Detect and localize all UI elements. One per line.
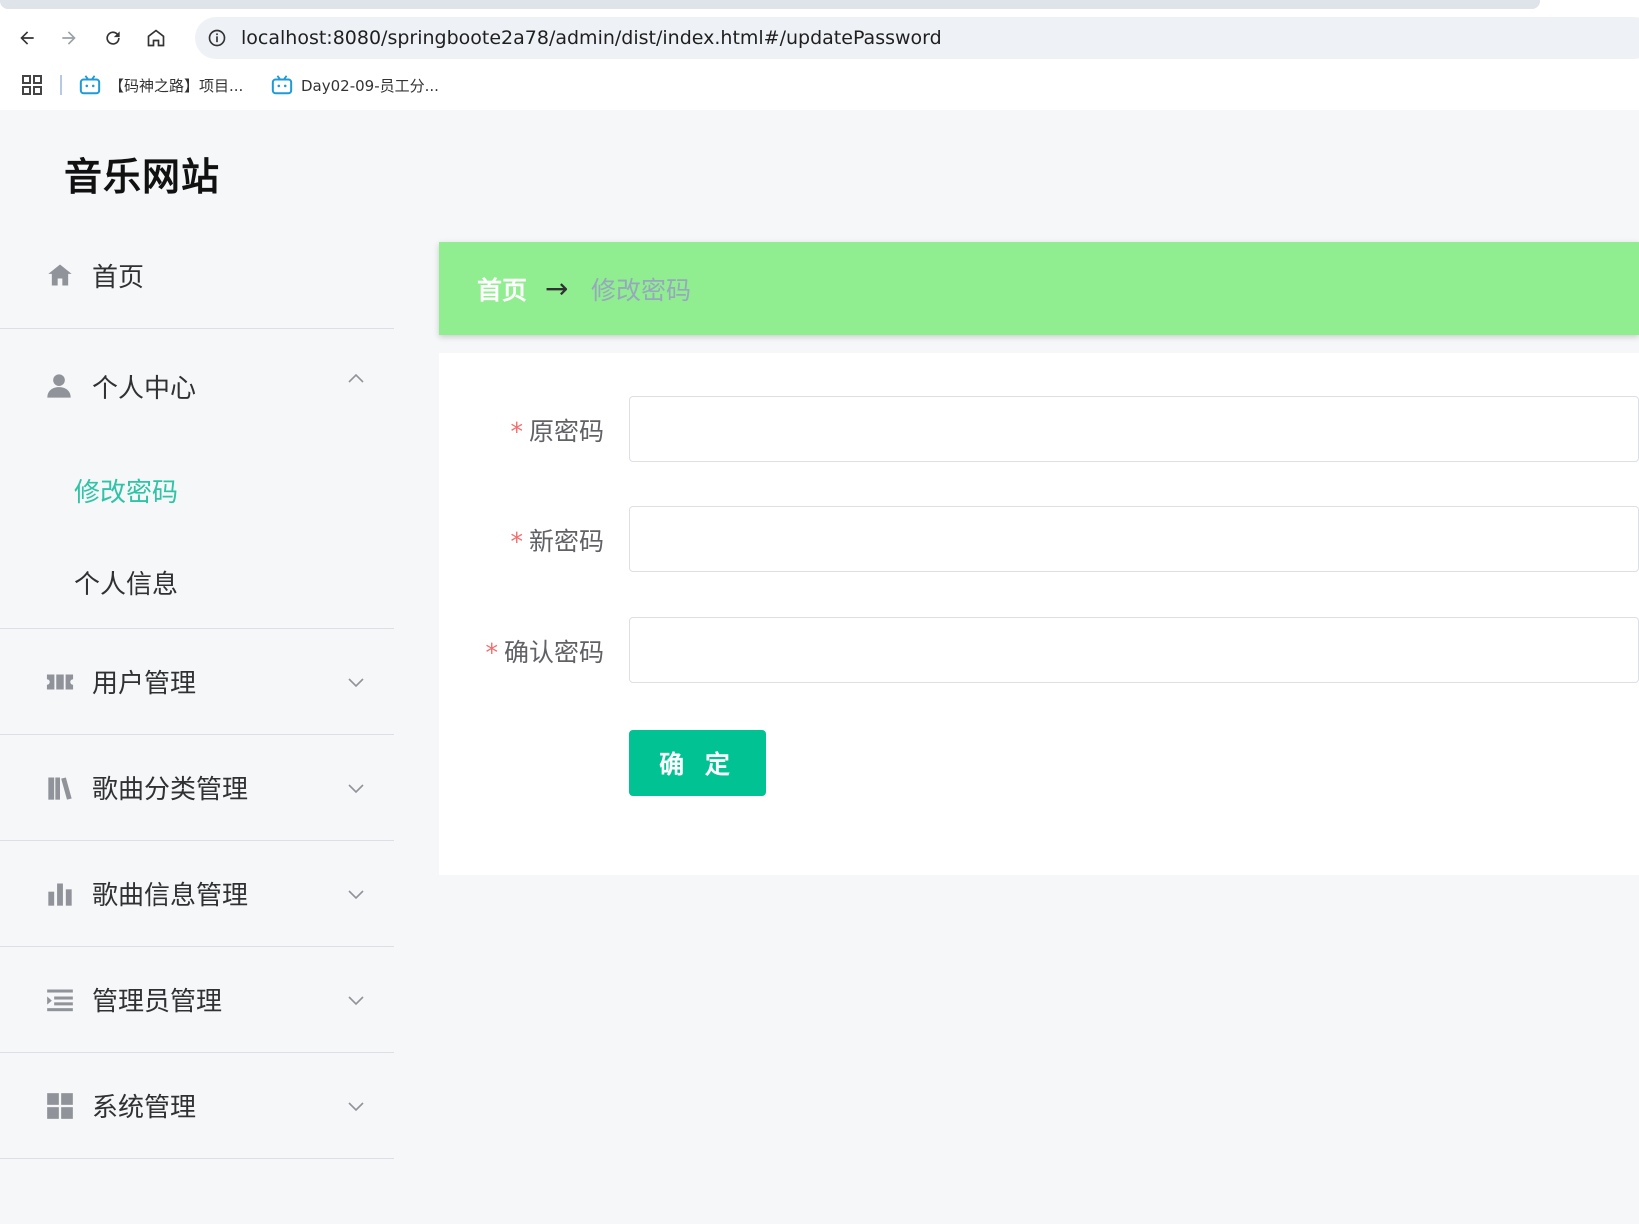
bookmark-label: Day02-09-员工分... [301,76,439,95]
sidebar-item-label: 歌曲分类管理 [92,775,249,805]
ticket-icon [45,667,75,697]
required-mark: * [510,417,523,446]
bookmark-item[interactable]: Day02-09-员工分... [271,72,439,98]
breadcrumb-current: 修改密码 [591,275,692,305]
required-mark: * [510,527,523,556]
new-password-input[interactable] [629,506,1639,572]
field-label: 确认密码 [503,638,604,667]
sidebar-subitem-label: 个人信息 [74,569,179,600]
confirm-password-input[interactable] [629,617,1639,683]
chevron-down-icon[interactable] [344,988,368,1012]
field-label: 新密码 [528,527,604,556]
browser-chrome: localhost:8080/springboote2a78/admin/dis… [0,0,1639,110]
chevron-down-icon[interactable] [344,882,368,906]
main-content: 首页 → 修改密码 * 原密码 * 新密码 * 确认密码 确 定 [394,222,1639,1224]
form-row-confirm-password: * 确认密码 [439,617,1639,685]
sidebar-item-label: 用户管理 [92,669,197,699]
required-mark: * [485,638,498,667]
list-indent-icon [45,985,75,1015]
form-row-new-password: * 新密码 [439,506,1639,574]
change-password-form: * 原密码 * 新密码 * 确认密码 确 定 [439,353,1639,875]
reload-icon [106,31,120,45]
sidebar-item-song-info[interactable]: 歌曲信息管理 [0,841,394,947]
bookmark-separator [60,75,62,95]
sidebar-item-label: 首页 [92,262,145,293]
home-outline-icon [147,29,165,47]
bookmark-item[interactable]: 【码神之路】项目... [79,72,243,98]
apps-grid-icon[interactable] [22,75,42,95]
form-row-old-password: * 原密码 [439,396,1639,464]
arrow-right-icon [62,31,76,45]
url-text[interactable]: localhost:8080/springboote2a78/admin/dis… [241,27,942,49]
sidebar-item-admin-management[interactable]: 管理员管理 [0,947,394,1053]
breadcrumb: 首页 → 修改密码 [439,242,1639,335]
old-password-label: * 原密码 [510,412,604,448]
sidebar-item-label: 管理员管理 [92,987,223,1017]
sidebar-submenu-personal-center: 个人中心 修改密码 个人信息 [0,329,394,629]
bilibili-tv-icon [271,75,293,95]
chevron-down-icon[interactable] [344,776,368,800]
chevron-down-icon[interactable] [344,1094,368,1118]
reload-button[interactable] [97,22,129,54]
back-button[interactable] [11,22,43,54]
grid-icon [45,1091,75,1121]
breadcrumb-home[interactable]: 首页 [477,271,527,307]
sidebar-item-song-category[interactable]: 歌曲分类管理 [0,735,394,841]
books-icon [45,773,75,803]
site-title: 音乐网站 [64,155,221,199]
chevron-down-icon[interactable] [344,670,368,694]
new-password-label: * 新密码 [510,522,604,558]
sidebar-item-home[interactable]: 首页 [0,222,394,329]
sidebar-item-user-management[interactable]: 用户管理 [0,629,394,735]
home-icon [45,260,75,290]
user-icon [45,372,75,402]
old-password-input[interactable] [629,396,1639,462]
sidebar-item-personal-center[interactable]: 个人中心 [0,329,394,444]
confirm-password-label: * 确认密码 [485,633,604,669]
sidebar-item-system-management[interactable]: 系统管理 [0,1053,394,1159]
sidebar-subitem-change-password[interactable]: 修改密码 [0,444,394,536]
tab-strip [0,0,1540,9]
field-label: 原密码 [528,417,604,446]
bar-chart-icon [45,879,75,909]
home-button[interactable] [140,22,172,54]
sidebar: 首页 个人中心 修改密码 个人信息 用户管理 歌曲分类管理 歌曲信息管理 管理员… [0,222,394,1224]
forward-button[interactable] [53,22,85,54]
sidebar-subitem-personal-info[interactable]: 个人信息 [0,536,394,628]
chevron-up-icon[interactable] [344,367,368,391]
address-bar[interactable]: localhost:8080/springboote2a78/admin/dis… [195,17,1639,59]
bookmark-label: 【码神之路】项目... [109,76,244,95]
sidebar-item-label: 歌曲信息管理 [92,881,249,911]
confirm-button[interactable]: 确 定 [629,730,766,796]
info-icon[interactable] [207,28,227,48]
app-root: 音乐网站 首页 个人中心 修改密码 个人信息 用户管理 歌曲分类管理 歌曲信息管… [0,110,1639,1224]
sidebar-item-label: 系统管理 [92,1093,197,1123]
breadcrumb-separator: → [545,272,569,305]
arrow-left-icon [20,31,34,45]
bilibili-tv-icon [79,75,101,95]
sidebar-subitem-label: 修改密码 [74,477,179,508]
sidebar-item-label: 个人中心 [92,374,197,404]
